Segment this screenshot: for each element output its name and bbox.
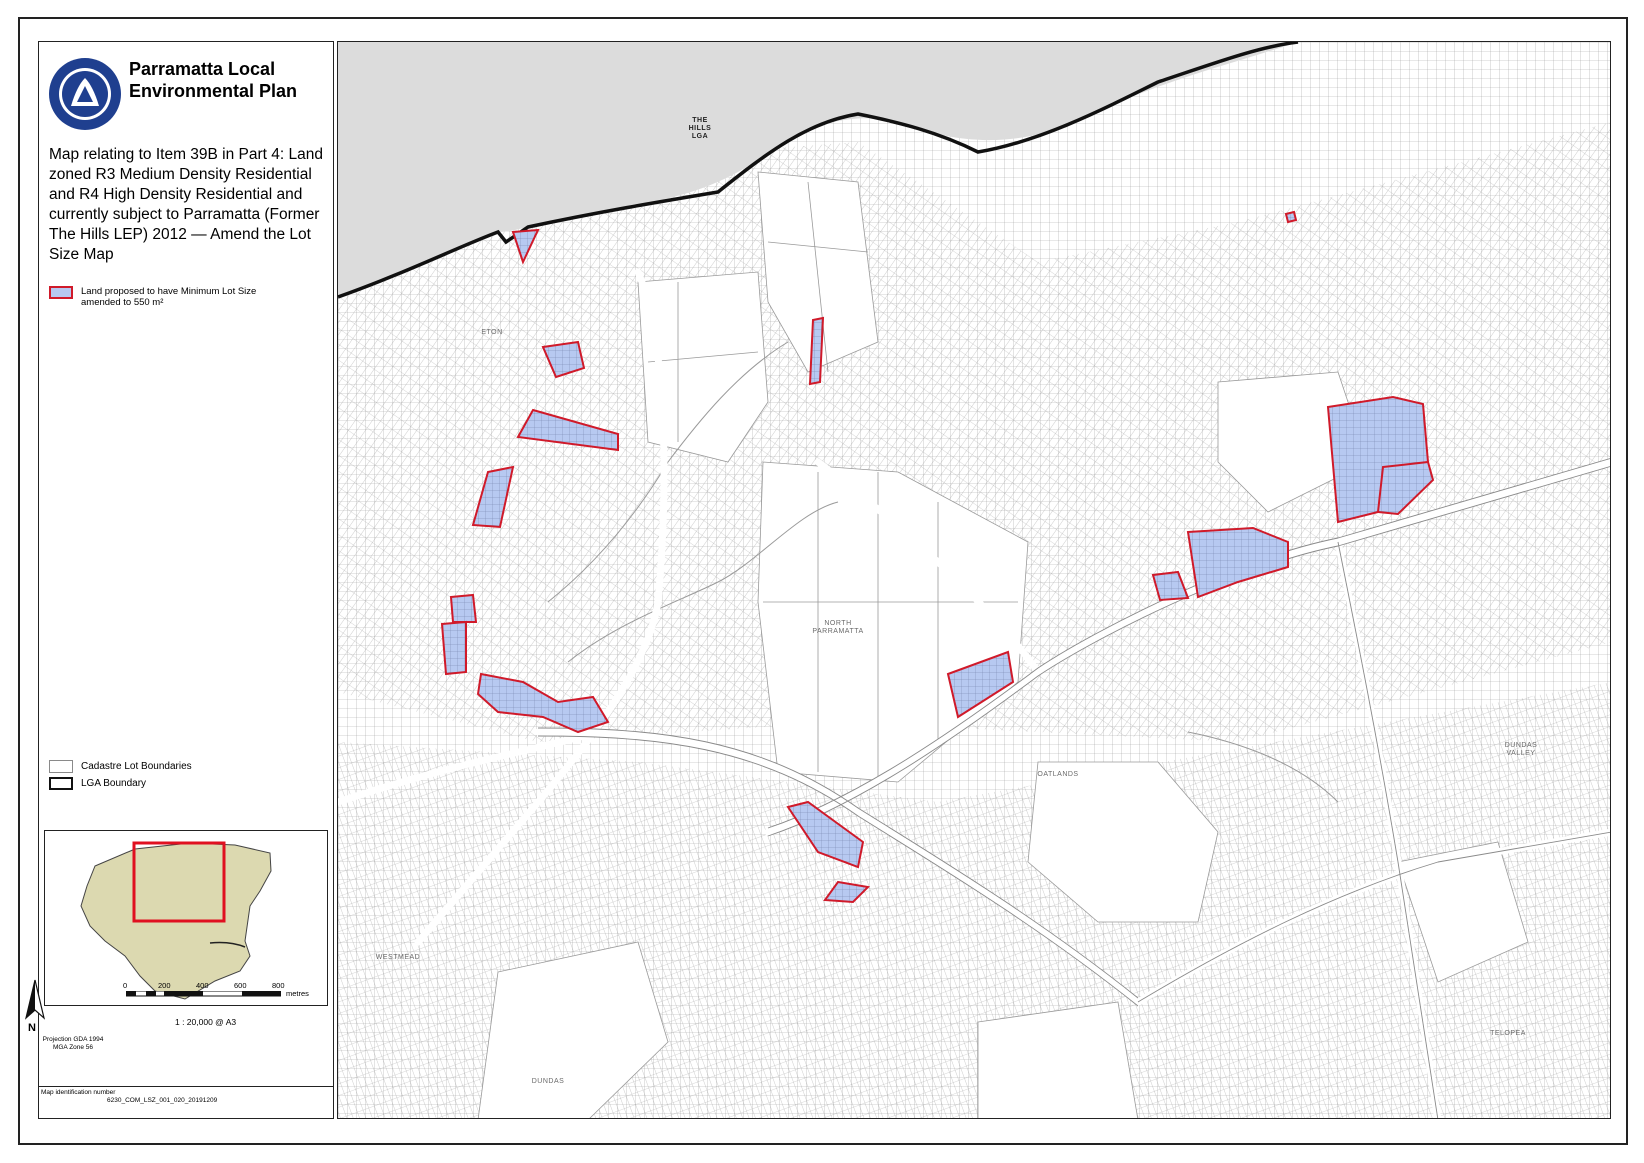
- cadastre-swatch: [49, 760, 73, 773]
- map-subtitle: Map relating to Item 39B in Part 4: Land…: [49, 146, 323, 263]
- proposed-area[interactable]: [440, 620, 467, 676]
- label-the-hills-lga: THE HILLS LGA: [688, 117, 712, 140]
- north-arrow-icon: [24, 979, 46, 1020]
- map-id-value: 6230_COM_LSZ_001_020_20191209: [107, 1097, 218, 1104]
- legend-cadastre: Cadastre Lot Boundaries: [49, 760, 192, 773]
- proposed-swatch: [49, 286, 73, 299]
- proposed-area[interactable]: [449, 593, 478, 623]
- main-map[interactable]: THE HILLS LGA NORTH PARRAMATTA OATLANDS …: [337, 41, 1611, 1119]
- proposed-area[interactable]: [1284, 210, 1298, 224]
- scale-caption: 1 : 20,000 @ A3: [175, 1017, 237, 1027]
- proposed-area[interactable]: [808, 316, 825, 386]
- map-id-block: Map identification number 6230_COM_LSZ_0…: [39, 1086, 333, 1107]
- label-oatlands: OATLANDS: [1037, 771, 1079, 778]
- north-label: N: [28, 1022, 36, 1034]
- legend-cadastre-label: Cadastre Lot Boundaries: [81, 761, 192, 772]
- label-dundas-valley: DUNDAS VALLEY: [1504, 742, 1538, 757]
- projection-note: Projection GDA 1994 MGA Zone 56: [42, 1036, 104, 1051]
- scale-tick-200: 200: [158, 981, 171, 990]
- legend-proposed-label: Land proposed to have Minimum Lot Size a…: [81, 286, 257, 308]
- scale-tick-0: 0: [123, 981, 128, 990]
- legend-lga: LGA Boundary: [49, 777, 146, 790]
- legend-proposed: Land proposed to have Minimum Lot Size a…: [49, 286, 271, 308]
- scale-tick-600: 600: [234, 981, 247, 990]
- label-telopea: TELOPEA: [1490, 1030, 1526, 1037]
- scale-unit: metres: [286, 989, 309, 998]
- label-westmead: WESTMEAD: [375, 954, 421, 961]
- cadastre-map-canvas[interactable]: [338, 42, 1611, 1119]
- label-eton: ETON: [481, 329, 503, 336]
- label-north-parramatta: NORTH PARRAMATTA: [812, 620, 864, 635]
- city-of-parramatta-logo: [49, 58, 121, 130]
- lga-swatch: [49, 777, 73, 790]
- scale-tick-400: 400: [196, 981, 209, 990]
- map-title: Parramatta Local Environmental Plan: [129, 59, 298, 101]
- scale-bar: 0 200 400 600 800 metres: [118, 980, 318, 1020]
- map-id-label: Map identification number: [41, 1089, 116, 1096]
- scale-tick-800: 800: [272, 981, 285, 990]
- legend-panel: Parramatta Local Environmental Plan Map …: [38, 41, 334, 1119]
- label-dundas: DUNDAS: [531, 1078, 565, 1085]
- legend-lga-label: LGA Boundary: [81, 778, 147, 789]
